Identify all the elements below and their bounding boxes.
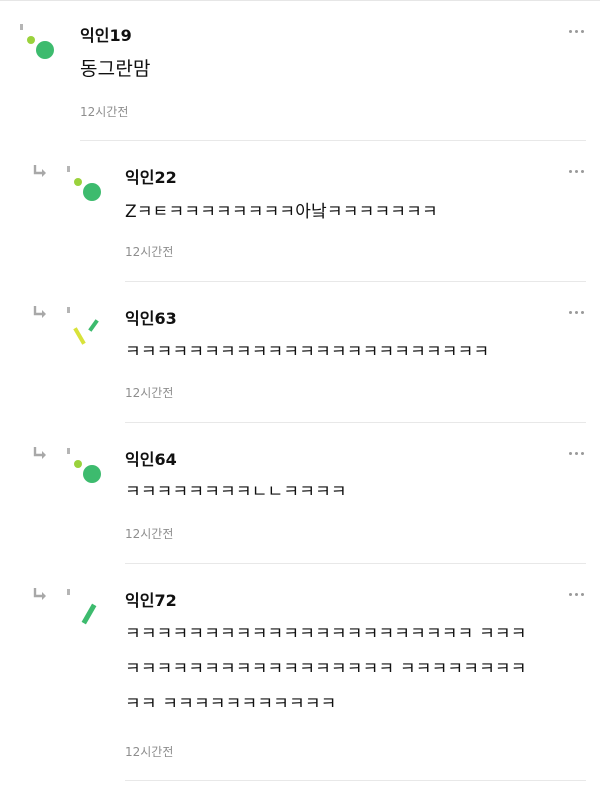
comment-author[interactable]: 익인72 xyxy=(125,587,177,611)
avatar-sticks-icon xyxy=(67,307,99,345)
more-options-icon[interactable] xyxy=(569,586,585,602)
comment-author[interactable]: 익인22 xyxy=(125,164,177,188)
comment-body-line: ㅋㅋㅋㅋㅋㅋㅋㅋㅋㅋㅋㅋㅋㅋㅋㅋㅋ ㅋㅋㅋㅋㅋㅋㅋㅋ xyxy=(125,659,527,679)
avatar[interactable] xyxy=(62,446,106,490)
reply-arrow-icon xyxy=(33,588,46,600)
comment-body-line: ㅋㅋ ㅋㅋㅋㅋㅋㅋㅋㅋㅋㅋㅋ xyxy=(125,694,337,714)
comment-body-line: ㅋㅋㅋㅋㅋㅋㅋㅋㅋㅋㅋㅋㅋㅋㅋㅋㅋㅋㅋㅋㅋㅋ ㅋㅋㅋ xyxy=(125,624,527,644)
comment-timestamp: 12시간전 xyxy=(125,745,174,759)
avatar[interactable] xyxy=(62,164,106,208)
avatar-dots-icon xyxy=(67,448,101,483)
comment-body: ㅋㅋㅋㅋㅋㅋㅋㅋㄴㄴㅋㅋㅋㅋ xyxy=(125,475,347,510)
avatar-dots-icon xyxy=(20,24,54,59)
comment-timestamp: 12시간전 xyxy=(125,527,174,541)
reply-arrow-icon xyxy=(33,306,46,318)
reply-item: 익인72 ㅋㅋㅋㅋㅋㅋㅋㅋㅋㅋㅋㅋㅋㅋㅋㅋㅋㅋㅋㅋㅋㅋ ㅋㅋㅋ ㅋㅋㅋㅋㅋㅋㅋㅋ… xyxy=(0,564,600,790)
avatar-dots-icon xyxy=(67,166,101,201)
reply-item: 익인64 ㅋㅋㅋㅋㅋㅋㅋㅋㄴㄴㅋㅋㅋㅋ 12시간전 xyxy=(0,423,600,564)
more-options-icon[interactable] xyxy=(569,304,585,320)
comment-author[interactable]: 익인64 xyxy=(125,446,177,470)
comment-item: 익인19 동그란맘 12시간전 xyxy=(0,0,600,142)
more-options-icon[interactable] xyxy=(569,23,585,39)
comment-author[interactable]: 익인19 xyxy=(80,22,132,46)
comment-divider xyxy=(125,780,586,781)
comment-body-line: Zㅋㅌㅋㅋㅋㅋㅋㅋㅋㅋ아낰ㅋㅋㅋㅋㅋㅋㅋ xyxy=(125,202,438,222)
comment-author[interactable]: 익인63 xyxy=(125,305,177,329)
reply-item: 익인22 Zㅋㅌㅋㅋㅋㅋㅋㅋㅋㅋ아낰ㅋㅋㅋㅋㅋㅋㅋ 12시간전 xyxy=(0,142,600,282)
comment-divider xyxy=(80,140,586,141)
comment-body-line: ㅋㅋㅋㅋㅋㅋㅋㅋㅋㅋㅋㅋㅋㅋㅋㅋㅋㅋㅋㅋㅋㅋㅋ xyxy=(125,342,490,362)
comment-body: ㅋㅋㅋㅋㅋㅋㅋㅋㅋㅋㅋㅋㅋㅋㅋㅋㅋㅋㅋㅋㅋㅋㅋ xyxy=(125,335,489,370)
avatar[interactable] xyxy=(15,22,59,66)
avatar[interactable] xyxy=(62,587,106,631)
more-options-icon[interactable] xyxy=(569,163,585,179)
comment-body-line: 동그란맘 xyxy=(80,58,151,80)
reply-item: 익인63 ㅋㅋㅋㅋㅋㅋㅋㅋㅋㅋㅋㅋㅋㅋㅋㅋㅋㅋㅋㅋㅋㅋㅋ 12시간전 xyxy=(0,282,600,423)
comment-timestamp: 12시간전 xyxy=(125,245,174,259)
comment-body-line: ㅋㅋㅋㅋㅋㅋㅋㅋㄴㄴㅋㅋㅋㅋ xyxy=(125,482,347,502)
reply-arrow-icon xyxy=(33,447,46,459)
reply-arrow-icon xyxy=(33,165,46,177)
avatar[interactable] xyxy=(62,305,106,349)
comment-timestamp: 12시간전 xyxy=(125,386,174,400)
more-options-icon[interactable] xyxy=(569,445,585,461)
comment-timestamp: 12시간전 xyxy=(80,105,129,119)
avatar-bar-icon xyxy=(67,589,97,625)
comment-body: Zㅋㅌㅋㅋㅋㅋㅋㅋㅋㅋ아낰ㅋㅋㅋㅋㅋㅋㅋ xyxy=(125,195,438,230)
comment-body: 동그란맘 xyxy=(80,52,151,87)
comment-body: ㅋㅋㅋㅋㅋㅋㅋㅋㅋㅋㅋㅋㅋㅋㅋㅋㅋㅋㅋㅋㅋㅋ ㅋㅋㅋ ㅋㅋㅋㅋㅋㅋㅋㅋㅋㅋㅋㅋㅋ… xyxy=(125,617,527,722)
